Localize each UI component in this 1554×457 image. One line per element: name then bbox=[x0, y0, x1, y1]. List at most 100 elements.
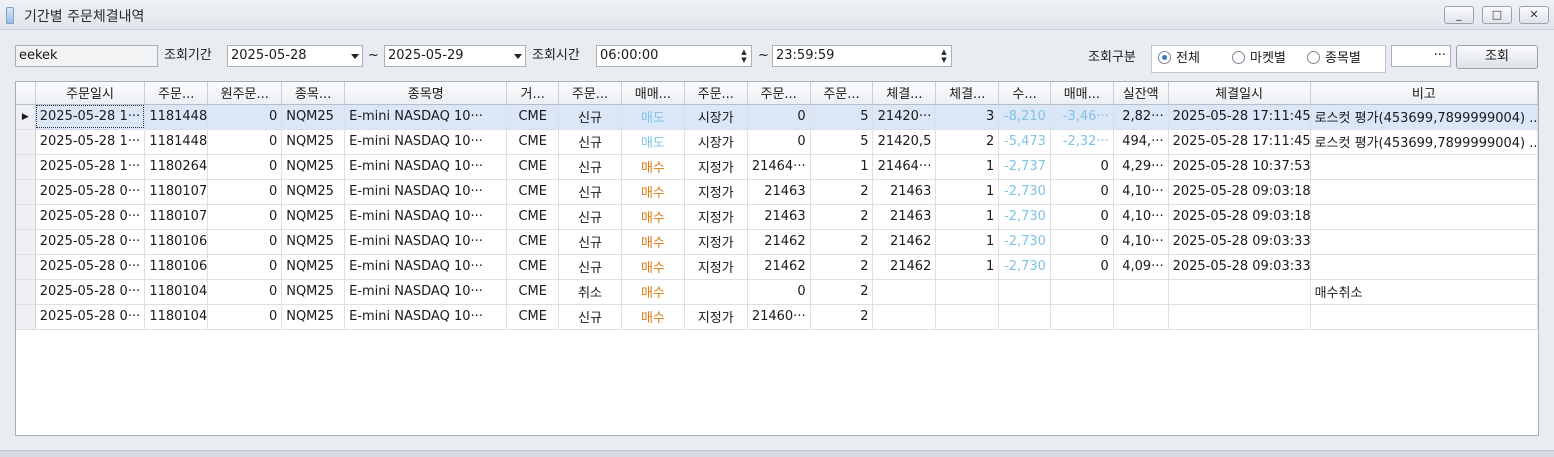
table-cell-oprice[interactable]: 21460··· bbox=[747, 304, 811, 330]
table-cell-bal[interactable]: 2,82··· bbox=[1113, 104, 1169, 130]
column-header[interactable]: 주문... bbox=[810, 82, 874, 105]
column-header[interactable]: 비고 bbox=[1310, 82, 1538, 105]
table-cell-code[interactable]: NQM25 bbox=[281, 204, 346, 230]
table-cell-orig-no[interactable]: 0 bbox=[207, 129, 283, 155]
table-cell-order-no[interactable]: 1181448 bbox=[144, 104, 209, 130]
table-cell-otype[interactable]: 지정가 bbox=[684, 204, 748, 230]
row-header[interactable]: ▶ bbox=[16, 104, 36, 130]
table-cell-code[interactable]: NQM25 bbox=[281, 129, 346, 155]
radio-item[interactable]: 종목별 bbox=[1307, 50, 1361, 68]
table-cell-kind[interactable]: 신규 bbox=[558, 179, 622, 205]
table-cell-oqty[interactable]: 2 bbox=[810, 279, 874, 305]
chevron-down-icon[interactable] bbox=[351, 54, 359, 59]
radio-all[interactable]: 전체 bbox=[1158, 50, 1200, 68]
table-cell-side[interactable]: 매수 bbox=[621, 279, 685, 305]
table-cell-bal[interactable] bbox=[1113, 304, 1169, 330]
table-cell-fill-time[interactable]: 2025-05-28 09:03:18 bbox=[1168, 179, 1311, 205]
row-header[interactable] bbox=[16, 154, 36, 180]
table-cell-order-time[interactable]: 2025-05-28 0··· bbox=[35, 279, 146, 305]
table-cell-note[interactable] bbox=[1310, 229, 1538, 255]
table-cell-note[interactable] bbox=[1310, 204, 1538, 230]
table-row[interactable]: 2025-05-28 0··· 1180107 0 NQM25 E-mini NASDA… bbox=[16, 179, 1538, 205]
maximize-button[interactable]: □ bbox=[1482, 6, 1512, 24]
table-cell-otype[interactable]: 지정가 bbox=[684, 229, 748, 255]
chevron-down-icon[interactable] bbox=[514, 54, 522, 59]
table-cell-code[interactable]: NQM25 bbox=[281, 279, 346, 305]
table-cell-oqty[interactable]: 5 bbox=[810, 129, 874, 155]
table-cell-exch[interactable]: CME bbox=[506, 204, 560, 230]
table-cell-pnl[interactable]: 0 bbox=[1050, 204, 1114, 230]
table-cell-oqty[interactable]: 5 bbox=[810, 104, 874, 130]
table-cell-otype[interactable]: 지정가 bbox=[684, 154, 748, 180]
table-cell-orig-no[interactable]: 0 bbox=[207, 154, 283, 180]
column-header[interactable]: 실잔액 bbox=[1113, 82, 1169, 105]
table-row[interactable]: ▶ 2025-05-28 1··· 1181448 0 NQM25 E-mini NASD… bbox=[16, 104, 1538, 130]
table-cell-bal[interactable]: 4,10··· bbox=[1113, 229, 1169, 255]
table-cell-note[interactable] bbox=[1310, 254, 1538, 280]
minimize-button[interactable]: _ bbox=[1444, 6, 1474, 24]
table-cell-orig-no[interactable]: 0 bbox=[207, 179, 283, 205]
table-cell-fqty[interactable] bbox=[935, 279, 1000, 305]
row-header[interactable] bbox=[16, 129, 36, 155]
column-header[interactable]: 주문... bbox=[684, 82, 748, 105]
table-cell-order-no[interactable]: 1181448 bbox=[144, 129, 209, 155]
table-cell-order-no[interactable]: 1180264 bbox=[144, 154, 209, 180]
table-cell-name[interactable]: E-mini NASDAQ 10··· bbox=[344, 304, 508, 330]
column-header[interactable]: 매매... bbox=[621, 82, 685, 105]
table-cell-fqty[interactable]: 3 bbox=[935, 104, 1000, 130]
table-cell-order-time[interactable]: 2025-05-28 0··· bbox=[35, 304, 146, 330]
table-cell-kind[interactable]: 신규 bbox=[558, 154, 622, 180]
table-cell-order-no[interactable]: 1180104 bbox=[144, 279, 209, 305]
table-cell-otype[interactable]: 시장가 bbox=[684, 129, 748, 155]
table-cell-fprice[interactable]: 21462 bbox=[872, 229, 937, 255]
table-cell-fprice[interactable]: 21420··· bbox=[872, 104, 937, 130]
table-cell-side[interactable]: 매수 bbox=[621, 154, 685, 180]
table-cell-exch[interactable]: CME bbox=[506, 154, 560, 180]
table-cell-fee[interactable]: -8,210 bbox=[998, 104, 1051, 130]
table-cell-name[interactable]: E-mini NASDAQ 10··· bbox=[344, 104, 508, 130]
time-from-input[interactable]: 06:00:00 ▲ ▼ bbox=[596, 45, 752, 67]
table-cell-note[interactable] bbox=[1310, 179, 1538, 205]
table-cell-fqty[interactable]: 1 bbox=[935, 154, 1000, 180]
table-cell-fqty[interactable]: 2 bbox=[935, 129, 1000, 155]
table-cell-name[interactable]: E-mini NASDAQ 10··· bbox=[344, 179, 508, 205]
column-header[interactable]: 주문... bbox=[747, 82, 811, 105]
table-cell-order-no[interactable]: 1180106 bbox=[144, 254, 209, 280]
table-cell-fprice[interactable]: 21463 bbox=[872, 204, 937, 230]
column-header[interactable]: 체결일시 bbox=[1168, 82, 1311, 105]
table-cell-fprice[interactable]: 21463 bbox=[872, 179, 937, 205]
table-cell-oprice[interactable]: 0 bbox=[747, 104, 811, 130]
table-cell-bal[interactable]: 494,··· bbox=[1113, 129, 1169, 155]
table-cell-fee[interactable] bbox=[998, 279, 1051, 305]
table-row[interactable]: 2025-05-28 0··· 1180106 0 NQM25 E-mini NASDA… bbox=[16, 229, 1538, 255]
table-cell-fill-time[interactable]: 2025-05-28 17:11:45 bbox=[1168, 129, 1311, 155]
table-cell-code[interactable]: NQM25 bbox=[281, 254, 346, 280]
table-row[interactable]: 2025-05-28 0··· 1180104 0 NQM25 E-mini NASDA… bbox=[16, 304, 1538, 330]
table-cell-otype[interactable]: 지정가 bbox=[684, 179, 748, 205]
table-cell-fee[interactable]: -2,737 bbox=[998, 154, 1051, 180]
table-cell-pnl[interactable]: -2,32··· bbox=[1050, 129, 1114, 155]
table-cell-pnl[interactable]: 0 bbox=[1050, 254, 1114, 280]
item-picker-button[interactable]: ··· bbox=[1391, 45, 1451, 67]
table-cell-fill-time[interactable]: 2025-05-28 09:03:33 bbox=[1168, 254, 1311, 280]
radio-market[interactable]: 마켓별 bbox=[1232, 50, 1286, 68]
date-to-select[interactable]: 2025-05-29 bbox=[384, 45, 526, 67]
table-cell-fee[interactable]: -2,730 bbox=[998, 204, 1051, 230]
table-cell-exch[interactable]: CME bbox=[506, 129, 560, 155]
table-cell-oqty[interactable]: 2 bbox=[810, 179, 874, 205]
table-cell-code[interactable]: NQM25 bbox=[281, 304, 346, 330]
table-row[interactable]: 2025-05-28 0··· 1180104 0 NQM25 E-mini NASDA… bbox=[16, 279, 1538, 305]
row-header[interactable] bbox=[16, 279, 36, 305]
table-cell-fqty[interactable]: 1 bbox=[935, 254, 1000, 280]
table-cell-pnl[interactable]: 0 bbox=[1050, 154, 1114, 180]
table-cell-oqty[interactable]: 2 bbox=[810, 304, 874, 330]
column-header[interactable]: 매매... bbox=[1050, 82, 1114, 105]
table-cell-exch[interactable]: CME bbox=[506, 104, 560, 130]
table-cell-exch[interactable]: CME bbox=[506, 229, 560, 255]
table-cell-note[interactable]: 로스컷 평가(453699,7899999004) ... bbox=[1310, 129, 1538, 155]
row-header[interactable] bbox=[16, 179, 36, 205]
table-cell-order-time[interactable]: 2025-05-28 0··· bbox=[35, 204, 146, 230]
table-cell-exch[interactable]: CME bbox=[506, 304, 560, 330]
table-cell-name[interactable]: E-mini NASDAQ 10··· bbox=[344, 229, 508, 255]
row-header[interactable] bbox=[16, 229, 36, 255]
